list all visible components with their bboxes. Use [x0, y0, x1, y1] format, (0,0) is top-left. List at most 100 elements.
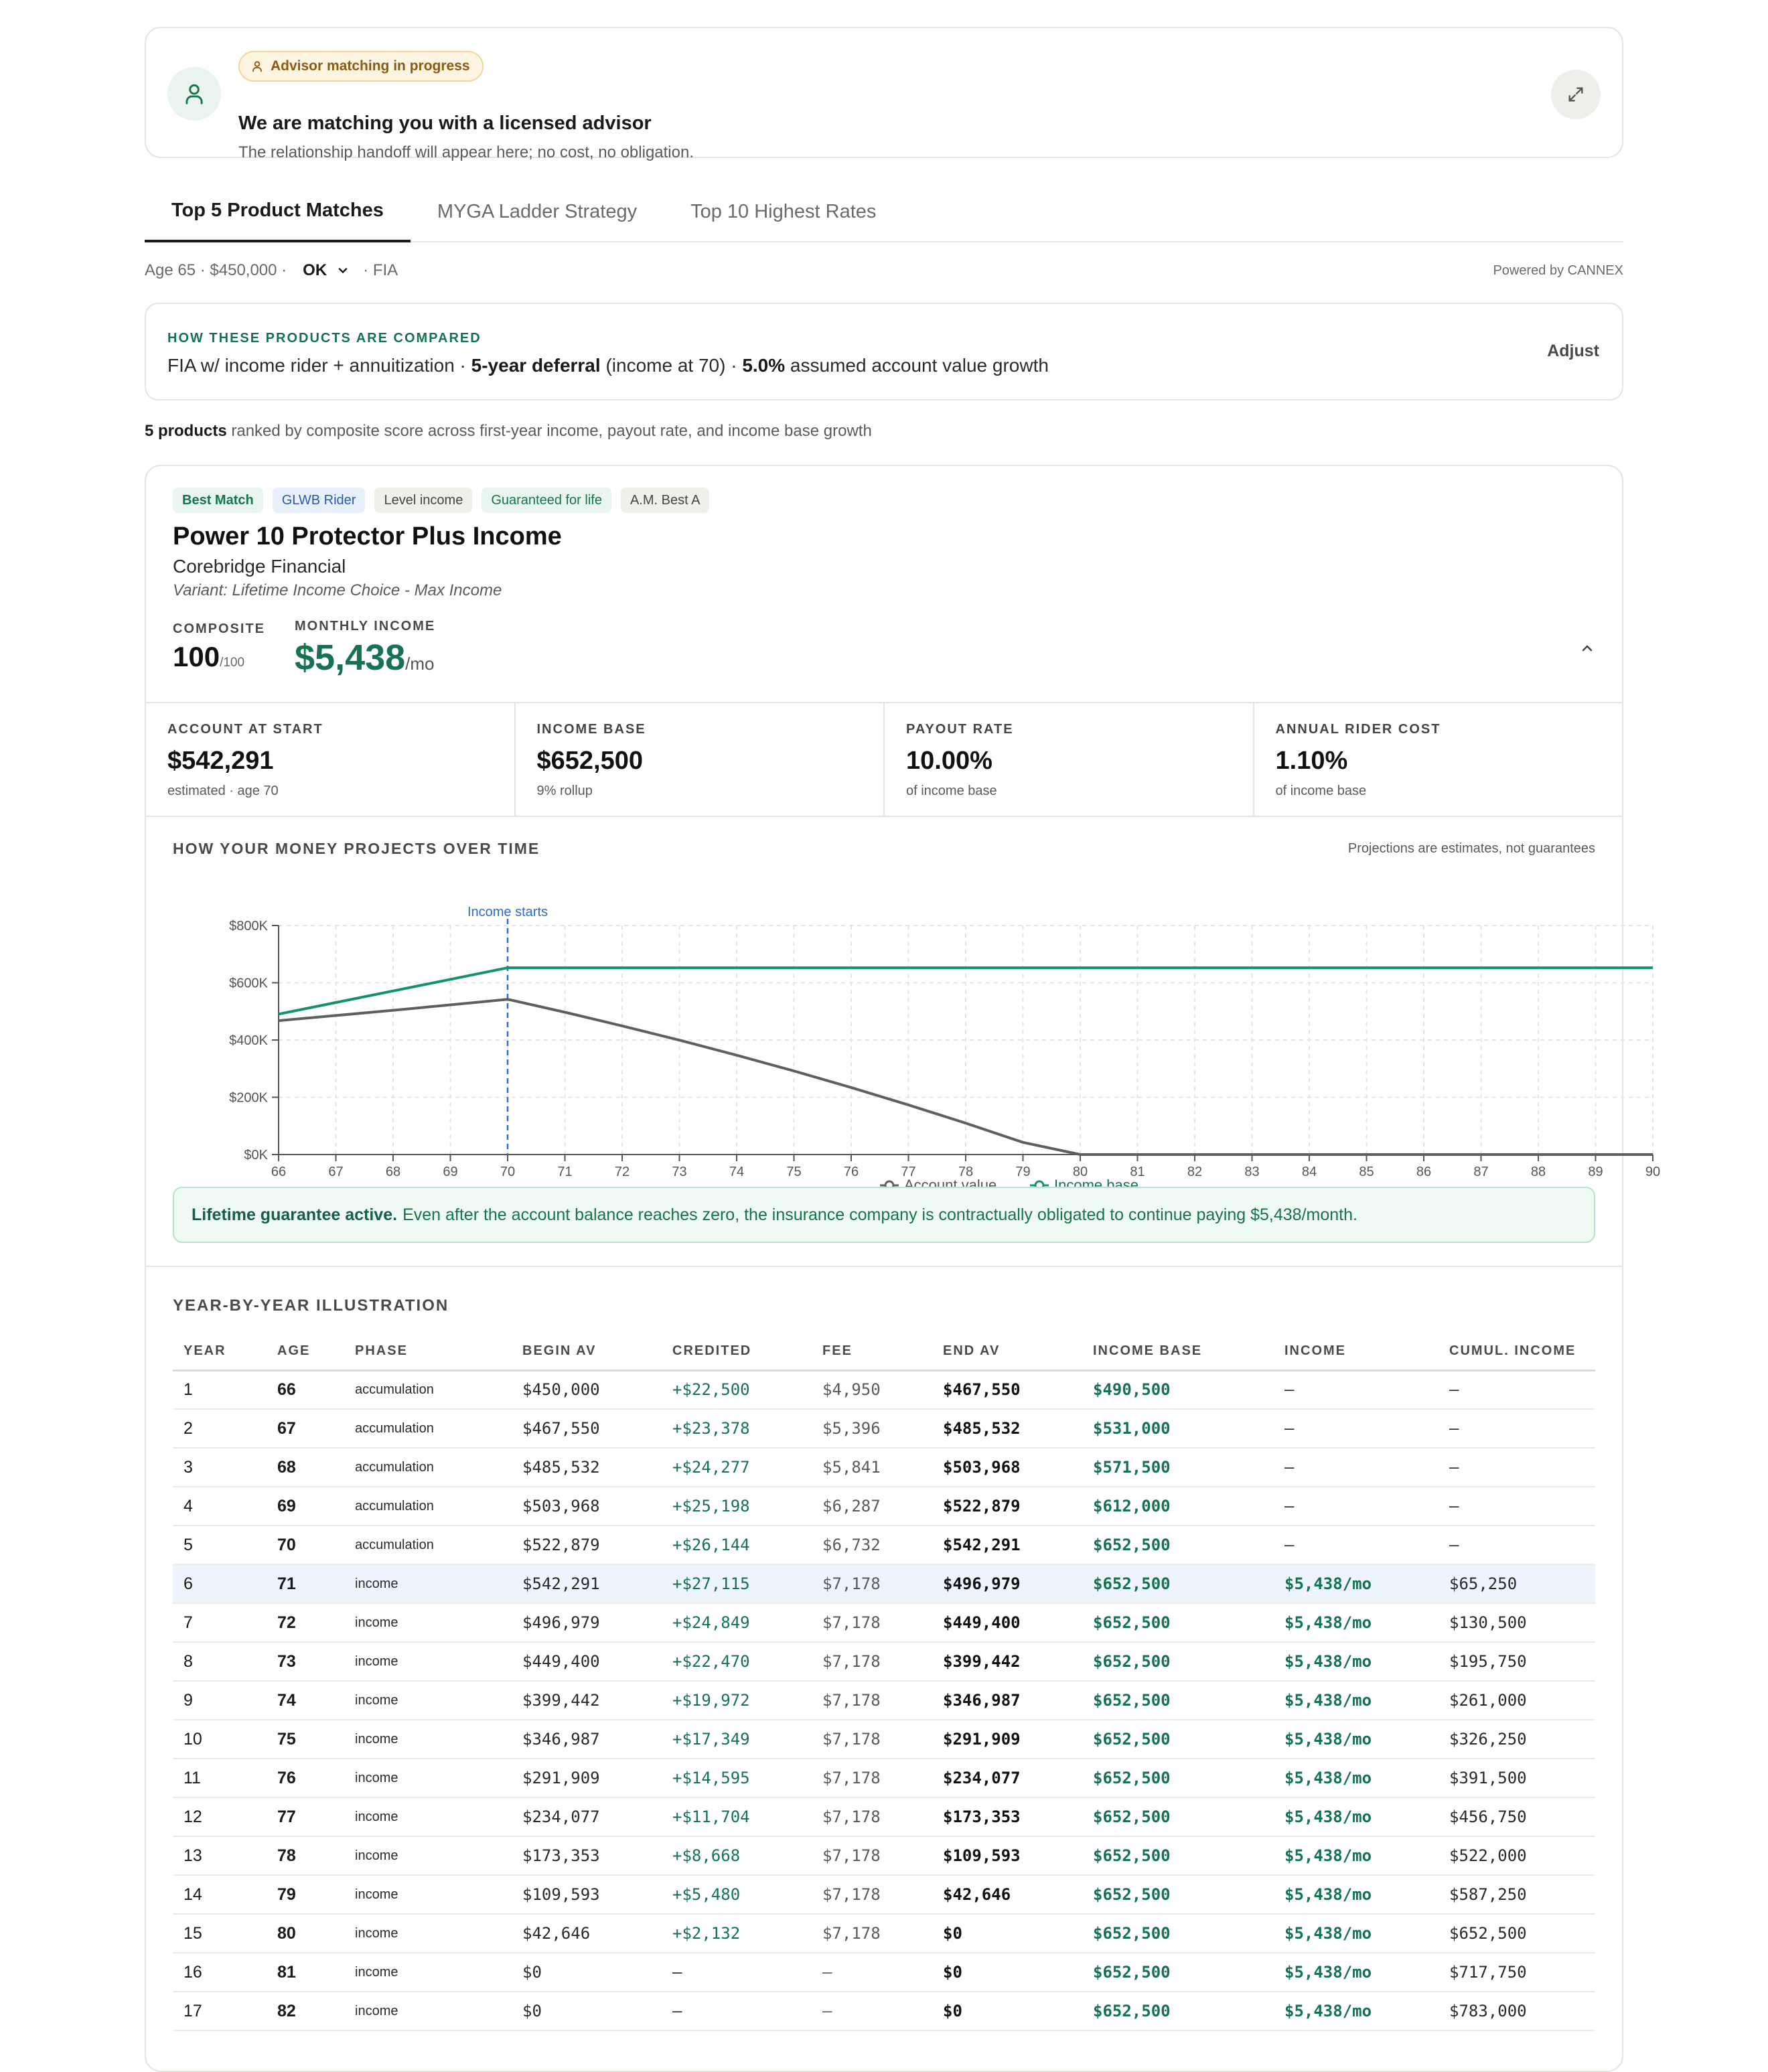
table-cell: $5,438/mo	[1274, 1992, 1439, 2031]
stat-payout-rate: PAYOUT RATE 10.00% of income base	[885, 703, 1254, 816]
table-cell: 14	[173, 1875, 267, 1915]
table-cell: —	[1274, 1526, 1439, 1565]
table-cell: $522,000	[1439, 1836, 1595, 1876]
table-cell: $503,968	[512, 1487, 662, 1526]
y-tick-label: $800K	[229, 919, 268, 934]
composite-score: COMPOSITE 100/100	[173, 621, 265, 673]
product-variant: Variant: Lifetime Income Choice - Max In…	[173, 581, 502, 599]
table-cell: $42,646	[932, 1875, 1082, 1915]
table-cell: $173,353	[512, 1836, 662, 1876]
table-cell: 7	[173, 1603, 267, 1643]
guarantee-banner: Lifetime guarantee active. Even after the…	[173, 1187, 1595, 1243]
product-name: Power 10 Protector Plus Income	[173, 522, 562, 550]
table-cell: 11	[173, 1759, 267, 1798]
projection-title: HOW YOUR MONEY PROJECTS OVER TIME	[173, 840, 540, 857]
stat-label: ACCOUNT AT START	[167, 722, 323, 737]
table-cell: $291,909	[512, 1759, 662, 1798]
table-cell: income	[344, 1720, 512, 1759]
table-cell: $652,500	[1082, 1797, 1274, 1837]
table-cell: $5,438/mo	[1274, 1875, 1439, 1915]
table-cell: $522,879	[932, 1487, 1082, 1526]
monthly-unit: /mo	[405, 654, 435, 674]
advisor-subtitle: The relationship handoff will appear her…	[238, 143, 694, 161]
column-header: YEAR	[173, 1333, 267, 1372]
criteria-row: Age 65 · $450,000 · OK · FIA Powered by …	[145, 257, 1623, 284]
table-cell: $0	[932, 1953, 1082, 1992]
table-cell: —	[662, 1953, 812, 1992]
table-cell: $326,250	[1439, 1720, 1595, 1759]
chevron-down-icon	[338, 268, 348, 274]
table-cell: $496,979	[932, 1564, 1082, 1604]
table-cell: $612,000	[1082, 1487, 1274, 1526]
collapse-button[interactable]	[1579, 640, 1595, 660]
x-tick-label: 85	[1359, 1165, 1374, 1179]
advisor-person-icon	[167, 67, 221, 121]
illustration-table: YEAR AGE PHASE BEGIN AV CREDITED FEE END AV INC…	[173, 1333, 1595, 2031]
monthly-income: MONTHLY INCOME $5,438/mo	[295, 619, 435, 678]
table-cell: $467,550	[932, 1370, 1082, 1410]
table-cell: —	[1274, 1409, 1439, 1449]
table-row: 14 79 income $109,593 +$5,480 $7,178 $42,646 $6…	[173, 1875, 1595, 1915]
table-cell: 8	[173, 1642, 267, 1682]
table-cell: $346,987	[512, 1720, 662, 1759]
table-cell: $195,750	[1439, 1642, 1595, 1682]
table-cell: 82	[267, 1992, 344, 2031]
stat-annual-rider-cost: ANNUAL RIDER COST 1.10% of income base	[1254, 703, 1623, 816]
table-row: 3 68 accumulation $485,532 +$24,277 $5,841 $50…	[173, 1448, 1595, 1487]
tag-level-income: Level income	[374, 488, 473, 513]
tag-guaranteed-for-life: Guaranteed for life	[482, 488, 611, 513]
stat-income-base: INCOME BASE $652,500 9% rollup	[516, 703, 885, 816]
table-row: 9 74 income $399,442 +$19,972 $7,178 $346,987 $…	[173, 1681, 1595, 1720]
table-row: 17 82 income $0— — $0 $652,500 $5,438/mo $783,00…	[173, 1992, 1595, 2031]
stat-value: 10.00%	[906, 747, 992, 775]
table-cell: $652,500	[1082, 1681, 1274, 1720]
product-card: Best Match GLWB Rider Level income Guara…	[145, 465, 1660, 2072]
table-cell: —	[1439, 1370, 1595, 1410]
guarantee-text: Even after the account balance reaches z…	[402, 1205, 1357, 1224]
table-cell: $7,178	[812, 1603, 932, 1643]
table-cell: income	[344, 1681, 512, 1720]
table-cell: $490,500	[1082, 1370, 1274, 1410]
table-cell: $456,750	[1439, 1797, 1595, 1837]
adjust-button[interactable]: Adjust	[1547, 342, 1599, 361]
x-tick-label: 72	[615, 1165, 630, 1179]
projection-chart: $0K $200K $400K $600K $800K 66 67 68 69 70 71 72 73 7…	[229, 905, 1660, 1193]
table-cell: income	[344, 1992, 512, 2031]
table-cell: accumulation	[344, 1487, 512, 1526]
table-cell: income	[344, 1603, 512, 1643]
table-cell: $7,178	[812, 1759, 932, 1798]
tab-myga-ladder-strategy[interactable]: MYGA Ladder Strategy	[411, 181, 664, 242]
tab-top-5-product-matches[interactable]: Top 5 Product Matches	[145, 181, 411, 242]
table-cell: 17	[173, 1992, 267, 2031]
table-row: 10 75 income $346,987 +$17,349 $7,178 $291,909…	[173, 1720, 1595, 1759]
table-cell: $522,879	[512, 1526, 662, 1565]
state-select[interactable]: OK	[303, 261, 350, 280]
table-cell: $391,500	[1439, 1759, 1595, 1798]
table-cell: $5,438/mo	[1274, 1681, 1439, 1720]
table-cell: 67	[267, 1409, 344, 1449]
table-cell: 71	[267, 1564, 344, 1604]
table-cell: $652,500	[1082, 1836, 1274, 1876]
table-cell: 70	[267, 1526, 344, 1565]
x-tick-label: 67	[328, 1165, 343, 1179]
expand-icon	[1568, 87, 1583, 102]
table-cell: $5,396	[812, 1409, 932, 1449]
composite-value: 100	[173, 641, 220, 672]
table-cell: —	[1439, 1448, 1595, 1487]
table-cell: 5	[173, 1526, 267, 1565]
table-row: 5 70 accumulation $522,879 +$26,144 $6,732 $54…	[173, 1526, 1595, 1565]
table-cell: +$19,972	[662, 1681, 812, 1720]
tab-top-10-highest-rates[interactable]: Top 10 Highest Rates	[664, 181, 903, 242]
expand-button[interactable]	[1551, 70, 1601, 119]
table-cell: income	[344, 1875, 512, 1915]
table-cell: $291,909	[932, 1720, 1082, 1759]
table-cell: $399,442	[932, 1642, 1082, 1682]
x-tick-label: 76	[844, 1165, 859, 1179]
table-cell: accumulation	[344, 1409, 512, 1449]
criteria-prefix: Age 65 · $450,000 ·	[145, 261, 287, 279]
table-cell: $173,353	[932, 1797, 1082, 1837]
advisor-card: Advisor matching in progress We are matc…	[145, 27, 1623, 161]
table-cell: $5,841	[812, 1448, 932, 1487]
table-cell: $449,400	[932, 1603, 1082, 1643]
table-cell: $7,178	[812, 1720, 932, 1759]
